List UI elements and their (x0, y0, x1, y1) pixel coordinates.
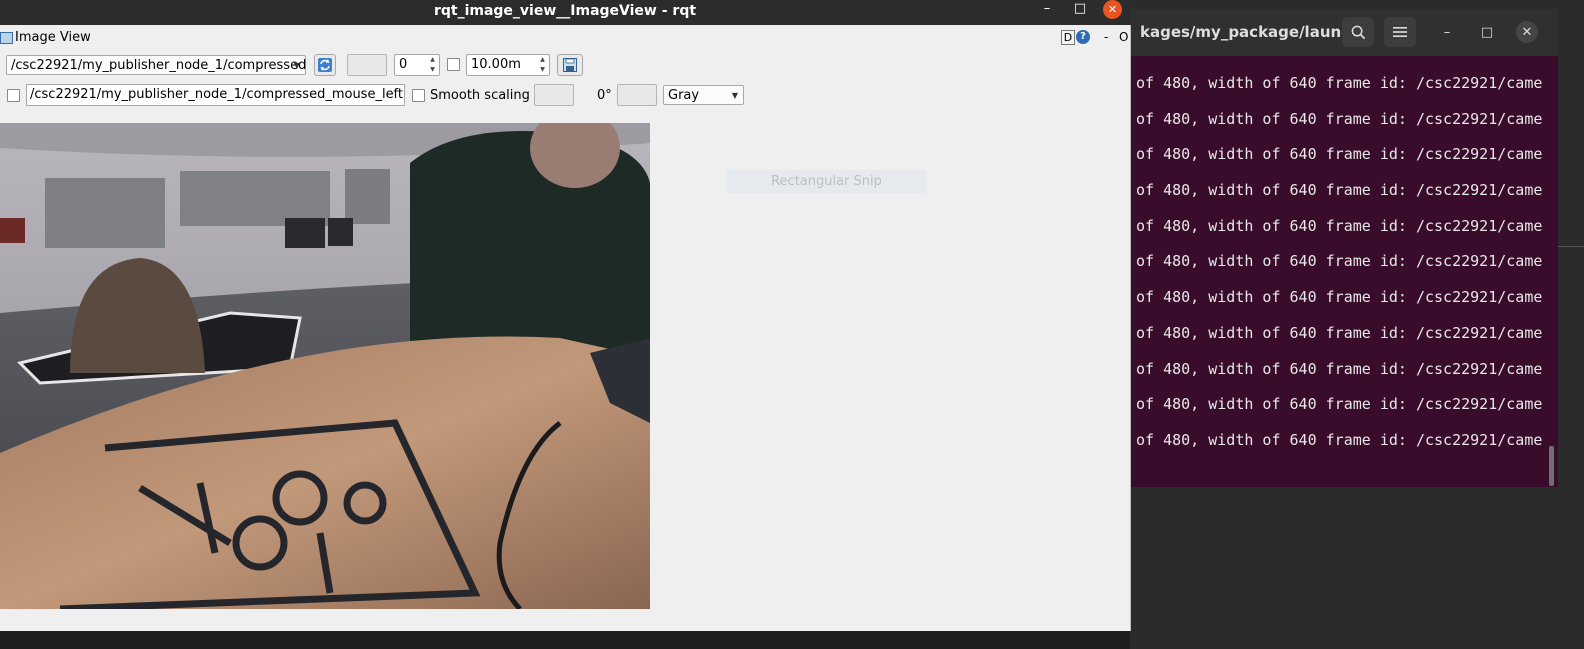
search-button[interactable] (1342, 17, 1374, 47)
chevron-down-icon: ▼ (731, 91, 738, 100)
spin-arrows-icon[interactable]: ▲ ▼ (537, 56, 548, 74)
duration-input[interactable]: 10.00m ▲ ▼ (466, 54, 550, 76)
publish-mouse-checkbox[interactable] (7, 89, 20, 102)
window-title: rqt_image_view__ImageView - rqt (433, 3, 697, 19)
desktop-divider (1558, 246, 1584, 247)
maximize-button[interactable]: □ (1071, 0, 1089, 16)
refresh-topics-button[interactable] (314, 54, 336, 76)
spin-arrows-icon[interactable]: ▲ ▼ (427, 56, 438, 74)
camera-frame-illustration (0, 123, 650, 609)
close-icon: ✕ (1521, 24, 1533, 40)
rotation-label: 0° (597, 88, 612, 103)
camera-image[interactable] (0, 123, 650, 609)
rotate-right-button[interactable] (617, 84, 657, 106)
search-icon (1351, 25, 1365, 39)
desktop-strip (1558, 9, 1584, 487)
save-image-button[interactable] (557, 54, 583, 76)
terminal-scrollbar[interactable] (1549, 446, 1554, 486)
panel-minimize-button[interactable]: - (1104, 30, 1108, 44)
terminal-line: of 480, width of 640 frame id: /csc22921… (1136, 323, 1543, 342)
rotate-left-button[interactable] (534, 84, 574, 106)
terminal-line: of 480, width of 640 frame id: /csc22921… (1136, 252, 1543, 271)
terminal-maximize-button[interactable]: □ (1476, 21, 1498, 43)
smooth-scaling-checkbox[interactable] (412, 89, 425, 102)
terminal-header: kages/my_package/launc... – □ ✕ (1130, 9, 1558, 56)
help-button[interactable]: ? (1076, 30, 1090, 44)
terminal-line: of 480, width of 640 frame id: /csc22921… (1136, 74, 1543, 92)
terminal-line: of 480, width of 640 frame id: /csc22921… (1136, 216, 1543, 235)
minimize-icon: – (1443, 24, 1451, 40)
color-scheme-value: Gray (668, 88, 700, 103)
mouse-topic-input[interactable]: /csc22921/my_publisher_node_1/compressed… (26, 84, 405, 106)
terminal-line: of 480, width of 640 frame id: /csc22921… (1136, 109, 1543, 128)
terminal-minimize-button[interactable]: – (1436, 21, 1458, 43)
minimize-button[interactable]: – (1038, 0, 1056, 16)
duration-input-value: 10.00m (471, 57, 521, 72)
terminal-line: of 480, width of 640 frame id: /csc22921… (1136, 145, 1543, 164)
spin-input[interactable]: 0 ▲ ▼ (394, 54, 440, 76)
window-bottom-edge (0, 631, 1130, 649)
help-icon: ? (1080, 31, 1086, 42)
hamburger-icon (1393, 27, 1407, 37)
terminal-line: of 480, width of 640 frame id: /csc22921… (1136, 395, 1543, 414)
terminal-line: of 480, width of 640 frame id: /csc22921… (1136, 359, 1543, 378)
terminal-window[interactable]: kages/my_package/launc... – □ ✕ of 480, … (1130, 9, 1558, 487)
color-scheme-select[interactable]: Gray ▼ (663, 85, 744, 105)
terminal-close-button[interactable]: ✕ (1516, 21, 1538, 43)
spin-input-value: 0 (399, 57, 408, 72)
menu-button[interactable] (1384, 17, 1416, 47)
panel-close-button[interactable]: O (1119, 30, 1128, 44)
close-button[interactable]: ✕ (1103, 0, 1122, 19)
mouse-topic-value: /csc22921/my_publisher_node_1/compressed… (30, 87, 404, 102)
topic-select-value: /csc22921/my_publisher_node_1/compressed (11, 58, 307, 73)
close-icon: ✕ (1107, 3, 1118, 16)
terminal-line: of 480, width of 640 frame id: /csc22921… (1136, 181, 1543, 200)
image-view-icon (0, 31, 13, 44)
refresh-icon (318, 58, 332, 72)
maximize-icon: □ (1073, 0, 1087, 16)
maximize-icon: □ (1480, 24, 1494, 40)
dynamic-range-checkbox[interactable] (447, 58, 460, 71)
dock-d-button[interactable]: D (1061, 30, 1075, 45)
terminal-line: of 480, width of 640 frame id: /csc22921… (1136, 288, 1543, 307)
chevron-down-icon: ▼ (293, 61, 300, 70)
topic-select[interactable]: /csc22921/my_publisher_node_1/compressed… (6, 55, 306, 75)
terminal-title: kages/my_package/launc... (1140, 23, 1368, 41)
panel-title-label: Image View (15, 30, 91, 45)
minimize-icon: – (1043, 0, 1051, 16)
terminal-line: of 480, width of 640 frame id: /csc22921… (1136, 430, 1543, 449)
rectangular-snip-overlay: Rectangular Snip (727, 170, 926, 193)
smooth-scaling-label: Smooth scaling (430, 88, 530, 103)
terminal-output: of 480, width of 640 frame id: /csc22921… (1136, 71, 1556, 464)
panel-title: Image View (0, 30, 91, 45)
save-icon (563, 58, 577, 72)
rqt-titlebar[interactable]: rqt_image_view__ImageView - rqt – □ ✕ (0, 0, 1130, 25)
zoom-fit-button[interactable] (347, 54, 387, 76)
